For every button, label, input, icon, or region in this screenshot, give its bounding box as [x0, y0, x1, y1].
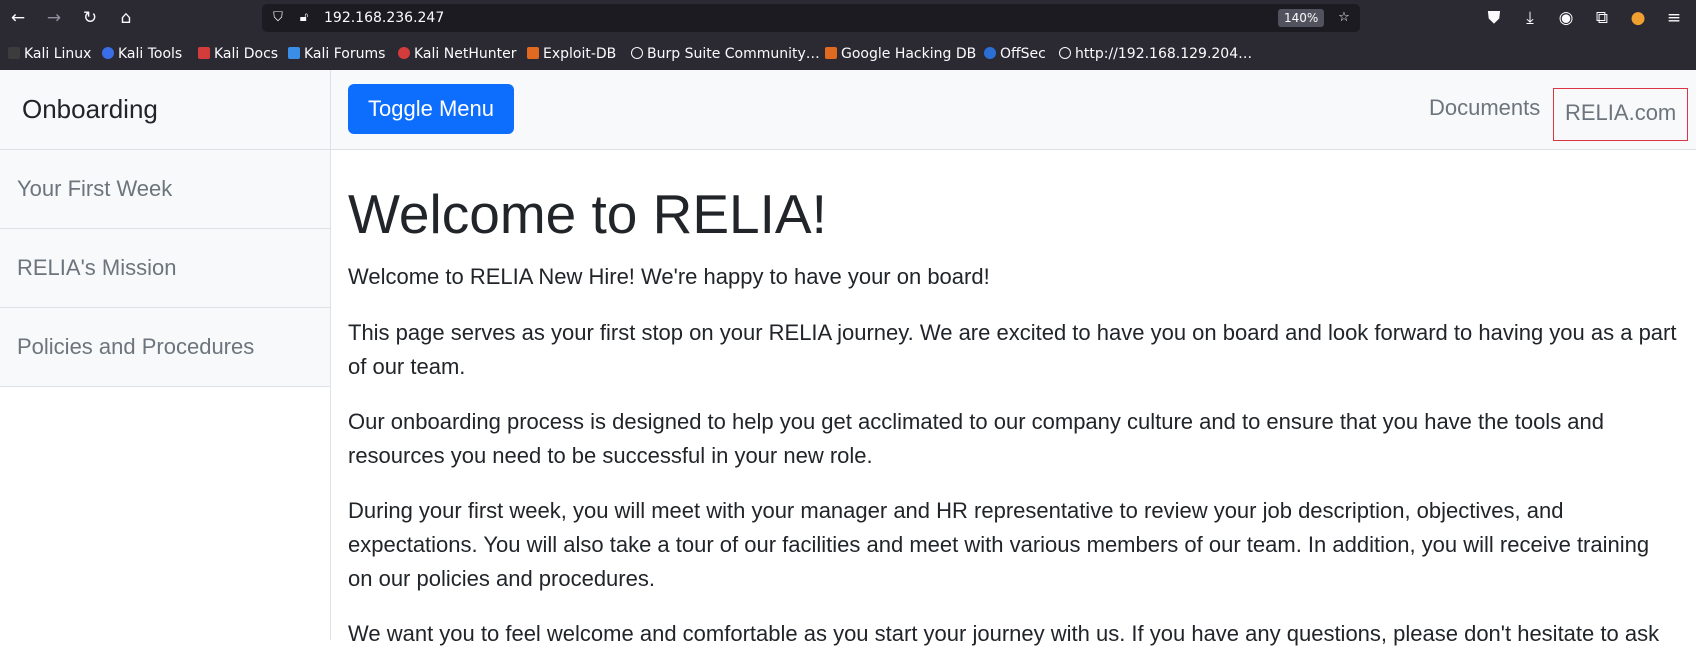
toggle-menu-button[interactable]: Toggle Menu [348, 84, 514, 134]
bookmark-kali-docs[interactable]: Kali Docs [198, 44, 278, 64]
back-icon[interactable]: ← [4, 4, 32, 32]
onboarding-paragraph: Our onboarding process is designed to he… [348, 409, 1605, 468]
address-bar[interactable]: ⛉ 🔓︎ 192.168.236.247 140% ☆ [262, 4, 1360, 32]
menu-icon[interactable]: ≡ [1660, 4, 1688, 32]
url-text[interactable]: 192.168.236.247 [324, 4, 444, 32]
reload-icon[interactable]: ↻ [76, 4, 104, 32]
kali-docs-icon [198, 47, 210, 59]
offsec-icon [984, 47, 996, 59]
bookmark-offsec[interactable]: OffSec [984, 44, 1046, 64]
insecure-lock-icon[interactable]: 🔓︎ [294, 4, 314, 32]
bookmark-http-link[interactable]: http://192.168.129.204… [1059, 44, 1252, 64]
browser-toolbar: ← → ↻ ⌂ ⛉ 🔓︎ 192.168.236.247 140% ☆ ⛊ ⤓ … [0, 0, 1696, 36]
globe-icon [631, 47, 643, 59]
bookmark-kali-nethunter[interactable]: Kali NetHunter [398, 44, 516, 64]
shield-icon[interactable]: ⛉ [268, 4, 288, 32]
journey-paragraph: This page serves as your first stop on y… [348, 320, 1677, 379]
sidebar-item-mission[interactable]: RELIA's Mission [0, 229, 330, 308]
intro-paragraph: Welcome to RELIA New Hire! We're happy t… [348, 264, 990, 289]
first-week-paragraph: During your first week, you will meet wi… [348, 498, 1650, 591]
exploit-db-icon [527, 47, 539, 59]
sidebar: Onboarding Your First Week RELIA's Missi… [0, 70, 331, 640]
ghdb-icon [825, 47, 837, 59]
zoom-level[interactable]: 140% [1278, 9, 1325, 27]
kali-dragon-icon [8, 47, 20, 59]
bookmark-google-hacking-db[interactable]: Google Hacking DB [825, 44, 976, 64]
extension-cookie-icon[interactable]: ● [1624, 4, 1652, 32]
bookmark-burp-suite[interactable]: Burp Suite Community… [631, 44, 820, 64]
top-navbar: Toggle Menu Documents RELIA.com [331, 70, 1696, 150]
bookmark-kali-tools[interactable]: Kali Tools [102, 44, 182, 64]
nethunter-icon [398, 47, 410, 59]
nav-link-documents[interactable]: Documents [1429, 88, 1540, 128]
downloads-icon[interactable]: ⤓ [1516, 4, 1544, 32]
kali-tools-icon [102, 47, 114, 59]
nav-link-relia-com[interactable]: RELIA.com [1553, 88, 1689, 141]
sidebar-item-policies[interactable]: Policies and Procedures [0, 308, 330, 387]
bookmark-kali-forums[interactable]: Kali Forums [288, 44, 385, 64]
bookmark-kali-linux[interactable]: Kali Linux [8, 44, 91, 64]
globe-icon [1059, 47, 1071, 59]
pocket-icon[interactable]: ⛊ [1480, 4, 1508, 32]
sidebar-item-first-week[interactable]: Your First Week [0, 150, 330, 229]
bookmark-star-icon[interactable]: ☆ [1334, 4, 1354, 32]
home-icon[interactable]: ⌂ [112, 4, 140, 32]
extensions-icon[interactable]: ⧉ [1588, 4, 1616, 32]
bookmark-exploit-db[interactable]: Exploit-DB [527, 44, 616, 64]
sidebar-title: Onboarding [0, 70, 330, 150]
page-title: Welcome to RELIA! [348, 183, 827, 245]
account-icon[interactable]: ◉ [1552, 4, 1580, 32]
kali-forums-icon [288, 47, 300, 59]
forward-icon[interactable]: → [40, 4, 68, 32]
welcome-paragraph: We want you to feel welcome and comforta… [348, 621, 1660, 646]
